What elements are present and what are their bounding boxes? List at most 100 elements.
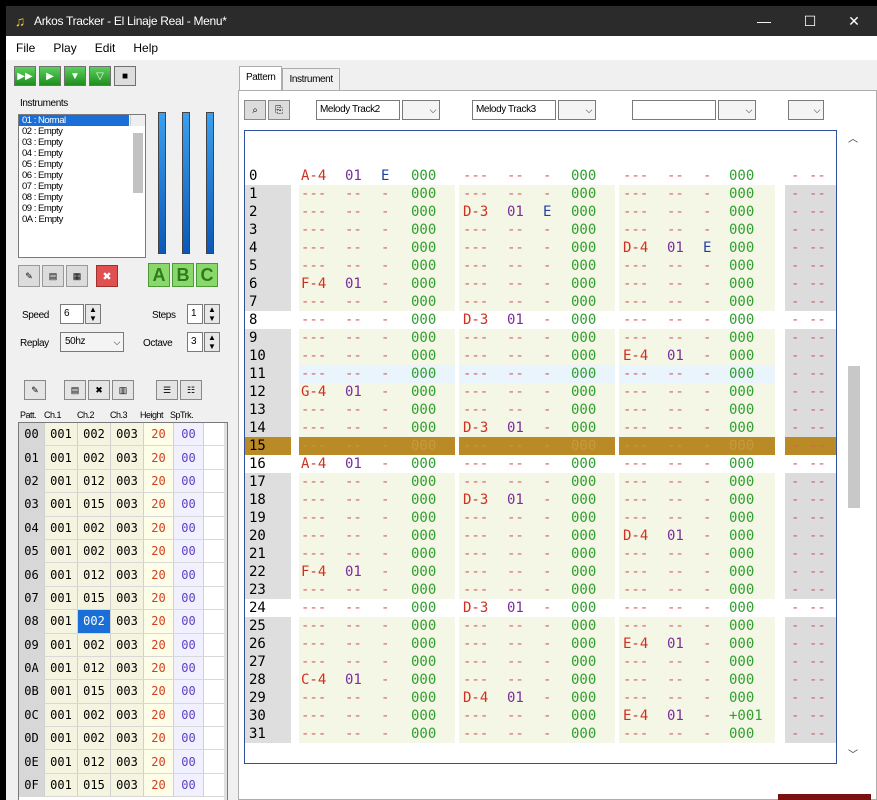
channel1-eff-cell[interactable]: - <box>381 563 389 581</box>
channel2-vol-cell[interactable]: 000 <box>571 401 596 419</box>
channel3-vol-cell[interactable]: 000 <box>729 275 754 293</box>
channel1-vol-cell[interactable]: 000 <box>411 707 436 725</box>
special-track-cell[interactable]: - <box>791 725 799 743</box>
pattern-height[interactable]: 20 <box>144 750 174 773</box>
channel3-note-cell[interactable]: --- <box>623 419 648 437</box>
channel1-eff-cell[interactable]: - <box>381 455 389 473</box>
channel3-vol-cell[interactable]: 000 <box>729 329 754 347</box>
move-down-button[interactable]: ☷ <box>180 380 202 400</box>
channel3-note-cell[interactable]: --- <box>623 545 648 563</box>
special-track[interactable]: 00 <box>174 516 204 539</box>
special-track-cell[interactable]: - <box>791 689 799 707</box>
channel3-vol-cell[interactable]: 000 <box>729 653 754 671</box>
channel2-track[interactable]: 002 <box>78 610 111 633</box>
octave-field[interactable]: 3 <box>187 332 203 352</box>
channel3-note-cell[interactable]: --- <box>623 329 648 347</box>
channel1-track[interactable]: 001 <box>45 727 78 750</box>
play-line-button[interactable]: ▽ <box>89 66 111 86</box>
channel3-eff-cell[interactable]: - <box>703 617 711 635</box>
channel1-note-cell[interactable]: --- <box>301 707 326 725</box>
channel2-vol-cell[interactable]: 000 <box>571 383 596 401</box>
channel2-note-cell[interactable]: --- <box>463 167 488 185</box>
channel3-note-cell[interactable]: --- <box>623 689 648 707</box>
menu-help[interactable]: Help <box>133 41 158 55</box>
channel1-ins-cell[interactable]: -- <box>345 185 362 203</box>
channel2-note-cell[interactable]: --- <box>463 653 488 671</box>
special-track-cell[interactable]: - <box>791 293 799 311</box>
channel2-eff-cell[interactable]: - <box>543 599 551 617</box>
channel2-note-cell[interactable]: --- <box>463 563 488 581</box>
channel1-ins-cell[interactable]: -- <box>345 599 362 617</box>
pattern-line[interactable]: 3 --- -- -000 --- -- -000 --- -- -000- -- <box>245 221 836 239</box>
channel1-eff-cell[interactable]: - <box>381 365 389 383</box>
channel3-ins-cell[interactable]: -- <box>667 383 684 401</box>
special-track-cell[interactable]: -- <box>809 563 826 581</box>
channel1-vol-cell[interactable]: 000 <box>411 383 436 401</box>
channel2-ins-cell[interactable]: -- <box>507 653 524 671</box>
special-track-cell[interactable]: -- <box>809 617 826 635</box>
channel2-ins-cell[interactable]: -- <box>507 257 524 275</box>
channel1-note-cell[interactable]: --- <box>301 347 326 365</box>
special-track-cell[interactable]: - <box>791 221 799 239</box>
channel1-eff-cell[interactable]: - <box>381 599 389 617</box>
channel1-vol-cell[interactable]: 000 <box>411 581 436 599</box>
channel3-track[interactable]: 003 <box>111 446 144 469</box>
channel3-eff-cell[interactable]: - <box>703 653 711 671</box>
channel1-eff-cell[interactable]: - <box>381 671 389 689</box>
channel3-eff-cell[interactable]: - <box>703 347 711 365</box>
clone-pattern-button[interactable]: ▥ <box>112 380 134 400</box>
channel1-ins-cell[interactable]: -- <box>345 689 362 707</box>
channel1-track[interactable]: 001 <box>45 773 78 797</box>
channel1-ins-cell[interactable]: -- <box>345 419 362 437</box>
new-instrument-button[interactable]: ✎ <box>18 265 40 287</box>
pattern-row[interactable]: 03 001 015 003 20 00 <box>19 493 227 517</box>
pattern-line[interactable]: 17 --- -- -000 --- -- -000 --- -- -000- -- <box>245 473 836 491</box>
channel3-ins-cell[interactable]: -- <box>667 617 684 635</box>
channel3-eff-cell[interactable]: - <box>703 221 711 239</box>
channel3-note-cell[interactable]: --- <box>623 653 648 671</box>
pattern-line[interactable]: 9 --- -- -000 --- -- -000 --- -- -000- -- <box>245 329 836 347</box>
special-track-cell[interactable]: -- <box>809 419 826 437</box>
channel1-vol-cell[interactable]: 000 <box>411 167 436 185</box>
channel2-note-cell[interactable]: --- <box>463 365 488 383</box>
special-track-cell[interactable]: - <box>791 707 799 725</box>
channel3-eff-cell[interactable]: - <box>703 275 711 293</box>
channel2-note-cell[interactable]: --- <box>463 383 488 401</box>
channel3-vol-cell[interactable]: 000 <box>729 311 754 329</box>
channel2-eff-cell[interactable]: - <box>543 365 551 383</box>
instrument-scrollbar[interactable] <box>130 115 145 193</box>
special-track-cell[interactable]: -- <box>809 401 826 419</box>
special-track[interactable]: 00 <box>174 423 204 446</box>
channel2-note-cell[interactable]: --- <box>463 707 488 725</box>
special-track-cell[interactable]: -- <box>809 725 826 743</box>
channel1-note-cell[interactable]: --- <box>301 221 326 239</box>
channel3-note-cell[interactable]: --- <box>623 617 648 635</box>
zoom-button[interactable]: ⌕ <box>244 100 266 120</box>
channel2-note-cell[interactable]: --- <box>463 581 488 599</box>
channel2-eff-cell[interactable]: - <box>543 545 551 563</box>
special-track-cell[interactable]: - <box>791 491 799 509</box>
channel2-eff-cell[interactable]: - <box>543 473 551 491</box>
channel3-ins-cell[interactable]: 01 <box>667 239 684 257</box>
channel1-note-cell[interactable]: --- <box>301 545 326 563</box>
channel2-ins-cell[interactable]: -- <box>507 221 524 239</box>
channel3-ins-cell[interactable]: -- <box>667 401 684 419</box>
channel3-vol-cell[interactable]: 000 <box>729 383 754 401</box>
pattern-line[interactable]: 31 --- -- -000 --- -- -000 --- -- -000- -- <box>245 725 836 743</box>
special-track[interactable]: 00 <box>174 446 204 469</box>
special-track-cell[interactable]: -- <box>809 365 826 383</box>
channel2-note-cell[interactable]: D-4 <box>463 689 488 707</box>
speed-spinner[interactable]: ▲ ▼ <box>85 304 101 324</box>
special-track-cell[interactable]: - <box>791 527 799 545</box>
channel1-vol-cell[interactable]: 000 <box>411 617 436 635</box>
channel3-vol-cell[interactable]: 000 <box>729 257 754 275</box>
pattern-height[interactable]: 20 <box>144 773 174 797</box>
channel1-track[interactable]: 001 <box>45 586 78 610</box>
channel3-note-cell[interactable]: --- <box>623 365 648 383</box>
special-track-cell[interactable]: - <box>791 347 799 365</box>
pattern-row[interactable]: 02 001 012 003 20 00 <box>19 469 227 494</box>
special-track[interactable]: 00 <box>174 633 204 656</box>
channel2-eff-cell[interactable]: - <box>543 419 551 437</box>
channel1-ins-cell[interactable]: -- <box>345 401 362 419</box>
pattern-height[interactable]: 20 <box>144 493 174 516</box>
